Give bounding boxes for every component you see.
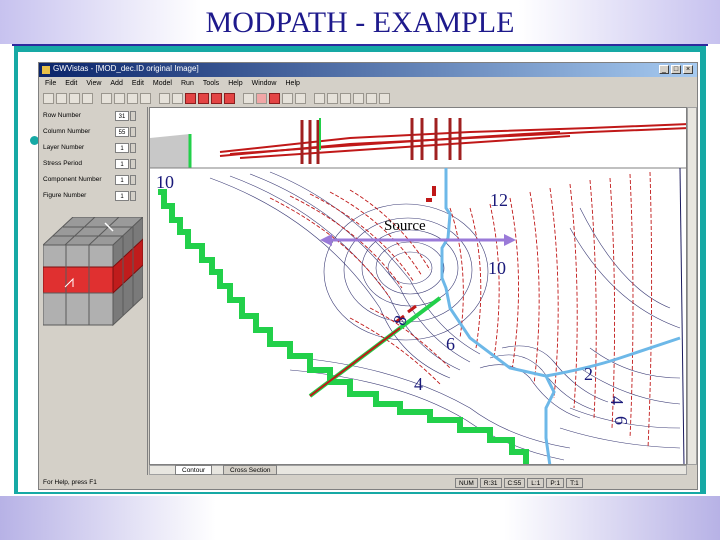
menu-item[interactable]: Edit bbox=[65, 80, 77, 87]
component-number-field: Component Number 1 bbox=[43, 175, 143, 187]
pan-icon[interactable] bbox=[353, 92, 364, 104]
column-number-label: Column Number bbox=[43, 128, 91, 135]
menu-bar: File Edit View Add Edit Model Run Tools … bbox=[39, 77, 697, 89]
zoom-in-icon[interactable] bbox=[327, 92, 338, 104]
stress-period-spinner[interactable] bbox=[130, 159, 136, 169]
river-icon[interactable] bbox=[256, 92, 267, 104]
status-time: T:1 bbox=[566, 478, 583, 488]
contour-label: 10 bbox=[488, 258, 506, 278]
contour-label: 10 bbox=[156, 172, 174, 192]
row-number-spinner[interactable] bbox=[130, 111, 136, 121]
drain-icon[interactable] bbox=[269, 92, 280, 104]
menu-item[interactable]: Model bbox=[153, 80, 172, 87]
contour-label: 6 bbox=[611, 416, 631, 425]
layer-number-label: Layer Number bbox=[43, 144, 85, 151]
undo-icon[interactable] bbox=[140, 92, 151, 104]
maximize-icon[interactable]: □ bbox=[671, 65, 681, 74]
vertical-scrollbar[interactable] bbox=[687, 107, 697, 465]
status-num: NUM bbox=[455, 478, 478, 488]
status-period: P:1 bbox=[546, 478, 565, 488]
window-titlebar[interactable]: GWVistas - [MOD_dec.ID original Image] _… bbox=[39, 63, 697, 77]
menu-item[interactable]: Edit bbox=[132, 80, 144, 87]
menu-item[interactable]: View bbox=[86, 80, 101, 87]
component-number-spinner[interactable] bbox=[130, 175, 136, 185]
contour-label: 6 bbox=[446, 334, 455, 354]
refresh-icon[interactable] bbox=[366, 92, 377, 104]
column-number-spinner[interactable] bbox=[130, 127, 136, 137]
status-column: C:55 bbox=[503, 478, 526, 488]
figure-number-label: Figure Number bbox=[43, 192, 87, 199]
figure-number-input[interactable]: 1 bbox=[115, 191, 129, 201]
window-title: GWVistas - [MOD_dec.ID original Image] bbox=[53, 64, 199, 73]
grid-icon[interactable] bbox=[159, 92, 170, 104]
tab-contour[interactable]: Contour bbox=[175, 465, 213, 475]
print-icon[interactable] bbox=[82, 92, 93, 104]
column-number-field: Column Number 55 bbox=[43, 127, 143, 139]
component-number-label: Component Number bbox=[43, 176, 102, 183]
status-bar: For Help, press F1 NUM R:31 C:55 L:1 P:1… bbox=[39, 477, 697, 489]
pointer-icon[interactable] bbox=[314, 92, 325, 104]
stress-period-input[interactable]: 1 bbox=[115, 159, 129, 169]
contour-map[interactable] bbox=[150, 108, 687, 465]
contour-label: 4 bbox=[607, 396, 627, 405]
rotate-icon[interactable] bbox=[379, 92, 390, 104]
zoom-out-icon[interactable] bbox=[340, 92, 351, 104]
slide-footer-bar bbox=[0, 496, 720, 540]
select-icon[interactable] bbox=[243, 92, 254, 104]
save-icon[interactable] bbox=[69, 92, 80, 104]
new-icon[interactable] bbox=[43, 92, 54, 104]
menu-item[interactable]: Run bbox=[181, 80, 194, 87]
source-annotation: Source bbox=[384, 218, 426, 234]
row-number-field: Row Number 31 bbox=[43, 111, 143, 123]
column-number-input[interactable]: 55 bbox=[115, 127, 129, 137]
copy-icon[interactable] bbox=[114, 92, 125, 104]
menu-item[interactable]: Window bbox=[252, 80, 277, 87]
contour-label: 4 bbox=[414, 374, 423, 394]
menu-item[interactable]: File bbox=[45, 80, 56, 87]
cut-icon[interactable] bbox=[101, 92, 112, 104]
contour-label: 2 bbox=[584, 364, 593, 384]
stress-period-label: Stress Period bbox=[43, 160, 83, 167]
model-canvas[interactable]: 10 12 10 8 6 4 2 4 6 bbox=[149, 107, 687, 465]
row-number-label: Row Number bbox=[43, 112, 81, 119]
figure-number-spinner[interactable] bbox=[130, 191, 136, 201]
application-window: GWVistas - [MOD_dec.ID original Image] _… bbox=[38, 62, 698, 490]
text-icon[interactable] bbox=[295, 92, 306, 104]
menu-item[interactable]: Help bbox=[286, 80, 300, 87]
menu-item[interactable]: Help bbox=[228, 80, 242, 87]
menu-item[interactable]: Add bbox=[110, 80, 122, 87]
stress-period-field: Stress Period 1 bbox=[43, 159, 143, 171]
status-row: R:31 bbox=[479, 478, 502, 488]
cell-active-icon[interactable] bbox=[185, 92, 196, 104]
app-icon bbox=[42, 66, 50, 74]
layer-number-spinner[interactable] bbox=[130, 143, 136, 153]
tab-cross-section[interactable]: Cross Section bbox=[223, 465, 278, 475]
menu-item[interactable]: Tools bbox=[203, 80, 219, 87]
grid-cube-icon[interactable] bbox=[43, 217, 143, 329]
layer-icon[interactable] bbox=[172, 92, 183, 104]
status-layer: L:1 bbox=[527, 478, 545, 488]
open-icon[interactable] bbox=[56, 92, 67, 104]
recharge-icon[interactable] bbox=[282, 92, 293, 104]
layer-number-input[interactable]: 1 bbox=[115, 143, 129, 153]
status-message: For Help, press F1 bbox=[43, 479, 97, 486]
properties-panel: Row Number 31 Column Number 55 Layer Num… bbox=[39, 107, 148, 475]
layer-number-field: Layer Number 1 bbox=[43, 143, 143, 155]
close-icon[interactable]: × bbox=[683, 65, 693, 74]
toolbar bbox=[39, 89, 697, 107]
contour-label: 12 bbox=[490, 190, 508, 210]
well-icon[interactable] bbox=[224, 92, 235, 104]
slide-title: MODPATH - EXAMPLE bbox=[205, 6, 515, 39]
row-number-input[interactable]: 31 bbox=[115, 111, 129, 121]
cell-inactive-icon[interactable] bbox=[198, 92, 209, 104]
figure-number-field: Figure Number 1 bbox=[43, 191, 143, 203]
constant-head-icon[interactable] bbox=[211, 92, 222, 104]
minimize-icon[interactable]: _ bbox=[659, 65, 669, 74]
component-number-input[interactable]: 1 bbox=[115, 175, 129, 185]
paste-icon[interactable] bbox=[127, 92, 138, 104]
